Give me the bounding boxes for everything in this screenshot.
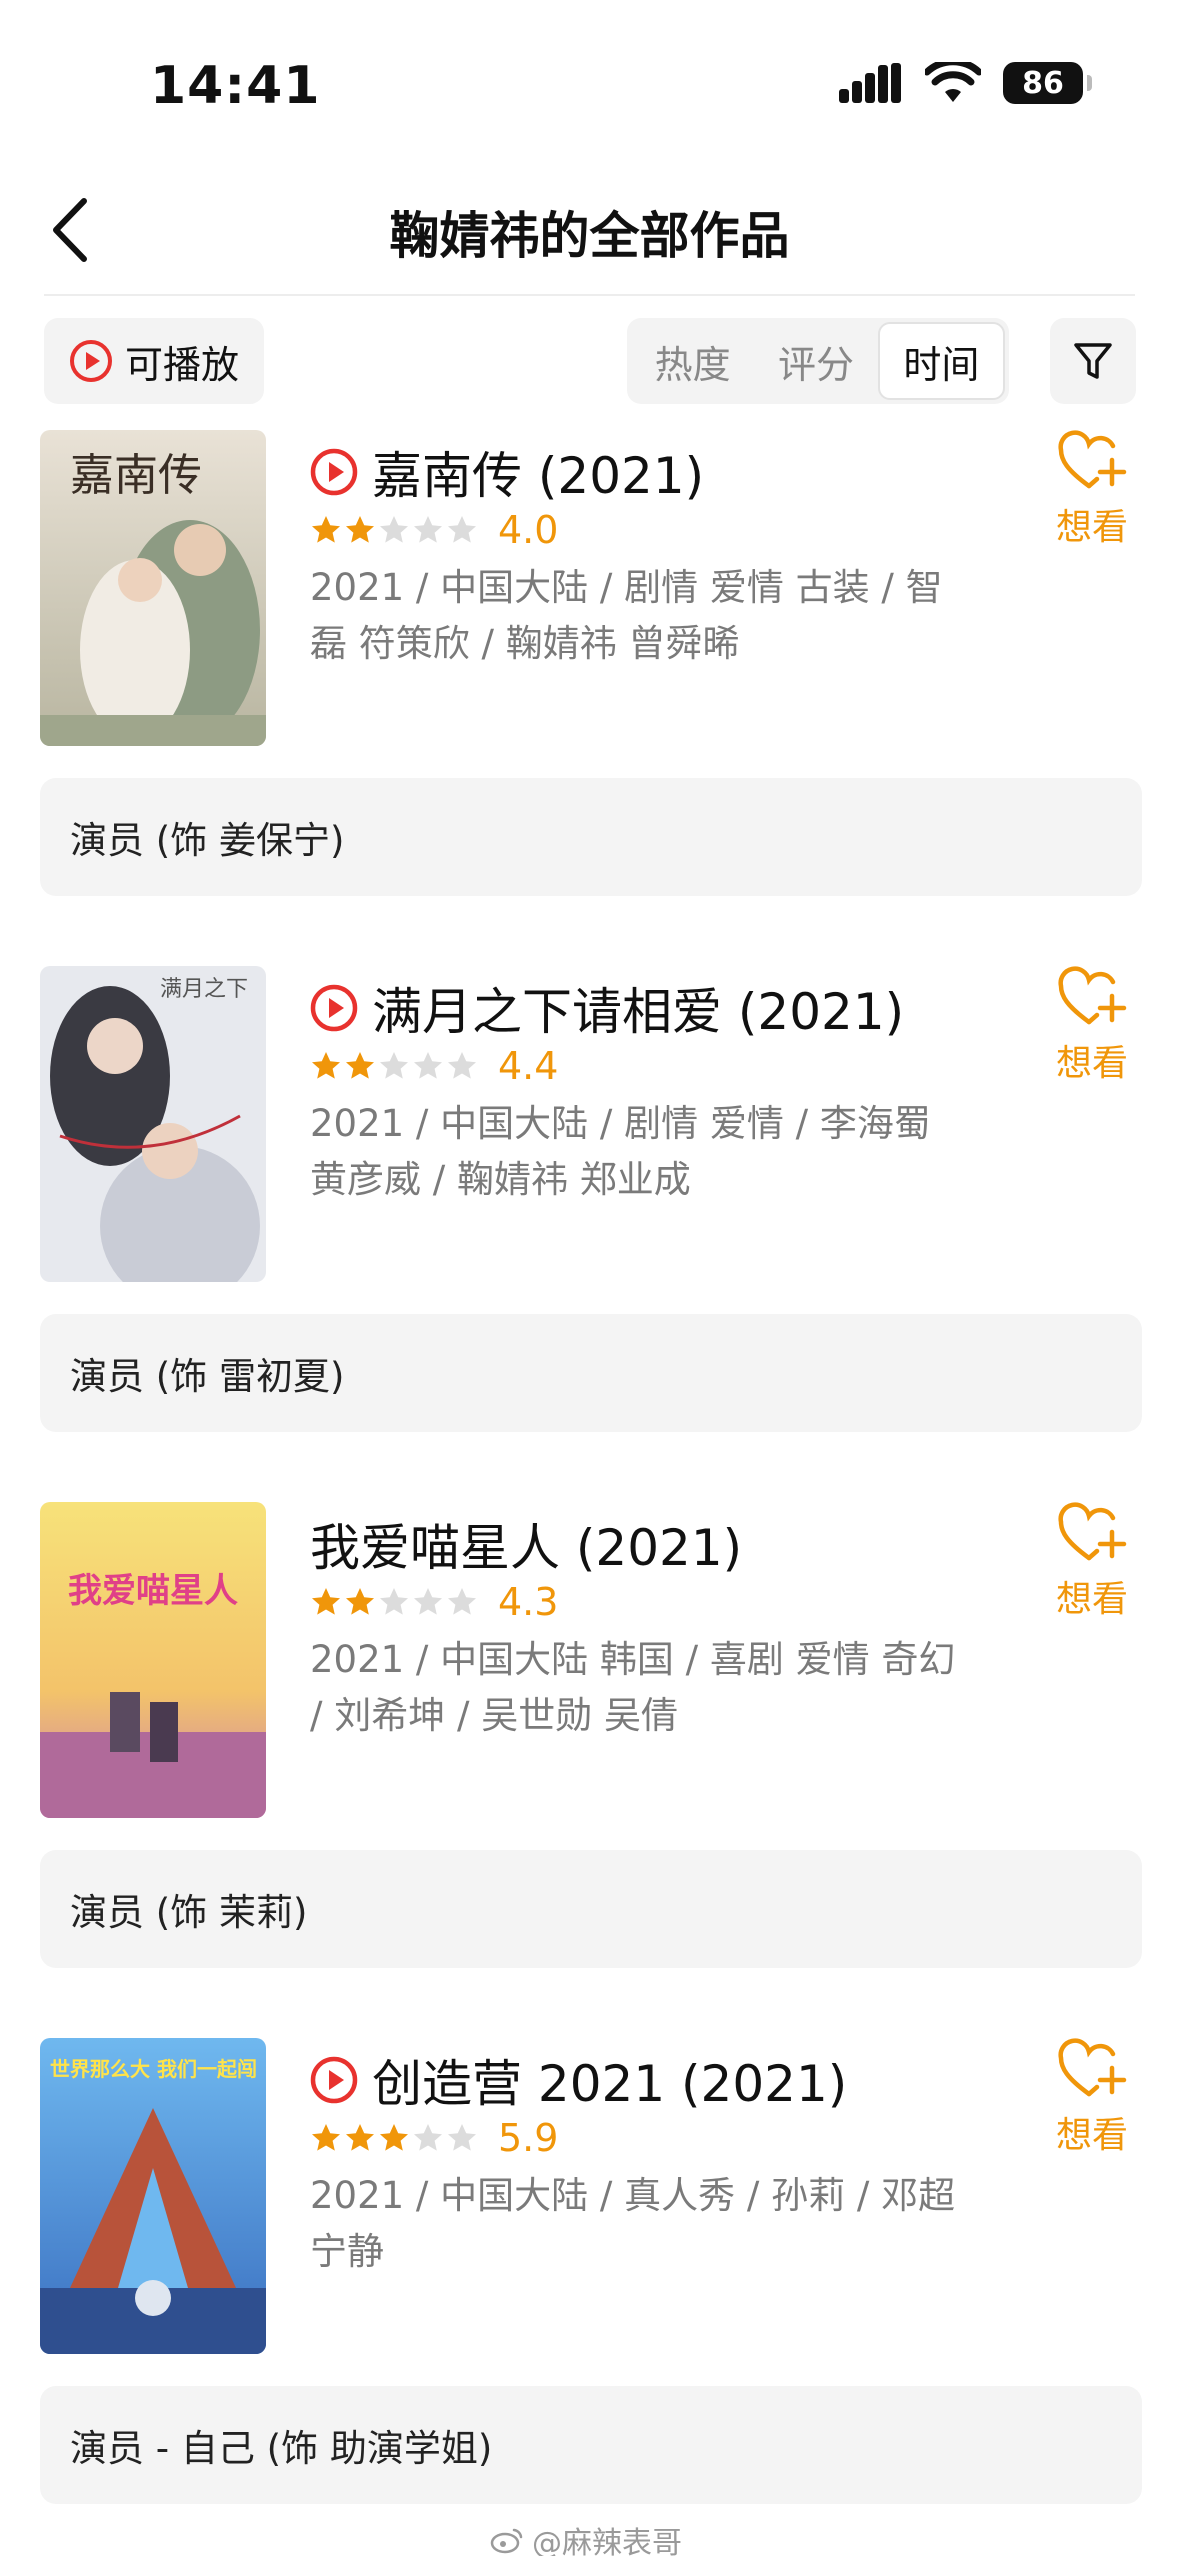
work-title: 嘉南传 (2021) [372,447,705,505]
divider [44,294,1135,296]
filter-button[interactable] [1050,318,1136,404]
star-empty-icon [414,1588,442,1615]
poster-image[interactable]: 满月之下 [40,966,266,1282]
work-card[interactable]: 嘉南传 嘉南传 (2021) 4.0 2021 / 中国大陆 / 剧情 爱情 古… [0,430,1179,900]
star-filled-icon [312,516,340,543]
rating-score: 4.0 [498,508,559,552]
star-empty-icon [448,1588,476,1615]
work-card[interactable]: 我爱喵星人 我爱喵星人 (2021) 4.3 2021 / 中国大陆 韩国 / … [0,1502,1179,1972]
want-to-watch-label: 想看 [1055,507,1128,548]
rating-score: 4.4 [498,1044,559,1088]
work-title: 创造营 2021 (2021) [372,2055,848,2113]
want-to-watch-button[interactable]: 想看 [1042,1502,1142,1622]
page: { "status_bar": { "time": "14:41", "batt… [0,0,1179,2556]
star-filled-icon [312,1052,340,1079]
playable-icon [310,984,358,1032]
play-circle-icon [69,340,112,382]
role-info: 演员 - 自己 (饰 助演学姐) [40,2386,1142,2504]
sort-tab-hot[interactable]: 热度 [631,322,754,400]
role-info: 演员 (饰 雷初夏) [40,1314,1142,1432]
page-title: 鞠婧祎的全部作品 [389,207,790,265]
work-meta: 2021 / 中国大陆 / 剧情 爱情 / 李海蜀 黄彦威 / 鞠婧祎 郑业成 [310,1102,931,1201]
role-info: 演员 (饰 姜保宁) [40,778,1142,896]
watermark-text: @麻辣表哥 [532,2526,682,2556]
playable-filter-button[interactable]: 可播放 [44,318,264,404]
poster-title-text: 世界那么大 我们一起闯 [50,2057,257,2081]
star-rating [310,2122,478,2154]
playable-filter-label: 可播放 [124,342,239,387]
funnel-icon [1074,343,1112,379]
work-meta: 2021 / 中国大陆 韩国 / 喜剧 爱情 奇幻 / 刘希坤 / 吴世勋 吴倩 [310,1638,956,1737]
cellular-signal-icon [839,63,901,103]
work-title: 我爱喵星人 (2021) [310,1519,743,1577]
want-to-watch-label: 想看 [1055,1043,1128,1084]
star-rating [310,1050,478,1082]
rating-score: 4.3 [498,1580,559,1624]
star-filled-icon [346,1588,374,1615]
star-filled-icon [380,2124,408,2151]
sort-tab-rating[interactable]: 评分 [754,322,877,400]
rating-score: 5.9 [498,2116,559,2160]
weibo-icon [490,2528,523,2554]
heart-plus-icon [1058,2038,1127,2097]
status-time: 14:41 [150,56,321,116]
work-meta: 2021 / 中国大陆 / 剧情 爱情 古装 / 智磊 符策欣 / 鞠婧祎 曾舜… [310,566,943,665]
star-rating [310,514,478,546]
star-empty-icon [448,1052,476,1079]
work-card[interactable]: 满月之下 满月之下请相爱 (2021) 4.4 2021 / 中国大陆 / 剧情… [0,966,1179,1436]
star-empty-icon [448,516,476,543]
heart-plus-icon [1058,966,1127,1025]
star-empty-icon [380,1052,408,1079]
status-icons: 86 [839,62,1092,104]
poster-title-text: 嘉南传 [70,450,202,501]
want-to-watch-button[interactable]: 想看 [1042,966,1142,1086]
sort-tab-time[interactable]: 时间 [877,322,1005,400]
watermark: @麻辣表哥 [490,2518,682,2556]
star-filled-icon [346,516,374,543]
want-to-watch-label: 想看 [1055,1579,1128,1620]
role-info: 演员 (饰 茉莉) [40,1850,1142,1968]
star-empty-icon [380,1588,408,1615]
star-filled-icon [312,1588,340,1615]
want-to-watch-label: 想看 [1055,2115,1128,2156]
star-empty-icon [414,2124,442,2151]
work-meta: 2021 / 中国大陆 / 真人秀 / 孙莉 / 邓超 宁静 [310,2174,956,2273]
sort-segmented-control: 热度 评分 时间 [627,318,1009,404]
poster-title-text: 满月之下 [160,977,248,1002]
star-empty-icon [448,2124,476,2151]
poster-image[interactable]: 嘉南传 [40,430,266,746]
work-card[interactable]: 世界那么大 我们一起闯 创造营 2021 (2021) 5.9 2021 / 中… [0,2038,1179,2508]
wifi-icon [925,62,981,102]
star-empty-icon [414,516,442,543]
star-filled-icon [346,1052,374,1079]
playable-icon [310,2056,358,2104]
playable-icon [310,448,358,496]
heart-plus-icon [1058,430,1127,489]
poster-title-text: 我爱喵星人 [68,1571,238,1611]
star-rating [310,1586,478,1618]
star-filled-icon [346,2124,374,2151]
heart-plus-icon [1058,1502,1127,1561]
poster-image[interactable]: 世界那么大 我们一起闯 [40,2038,266,2354]
battery-indicator: 86 [1003,62,1092,104]
star-empty-icon [380,516,408,543]
want-to-watch-button[interactable]: 想看 [1042,2038,1142,2158]
star-empty-icon [414,1052,442,1079]
work-title: 满月之下请相爱 (2021) [372,983,905,1041]
star-filled-icon [312,2124,340,2151]
poster-image[interactable]: 我爱喵星人 [40,1502,266,1818]
want-to-watch-button[interactable]: 想看 [1042,430,1142,550]
